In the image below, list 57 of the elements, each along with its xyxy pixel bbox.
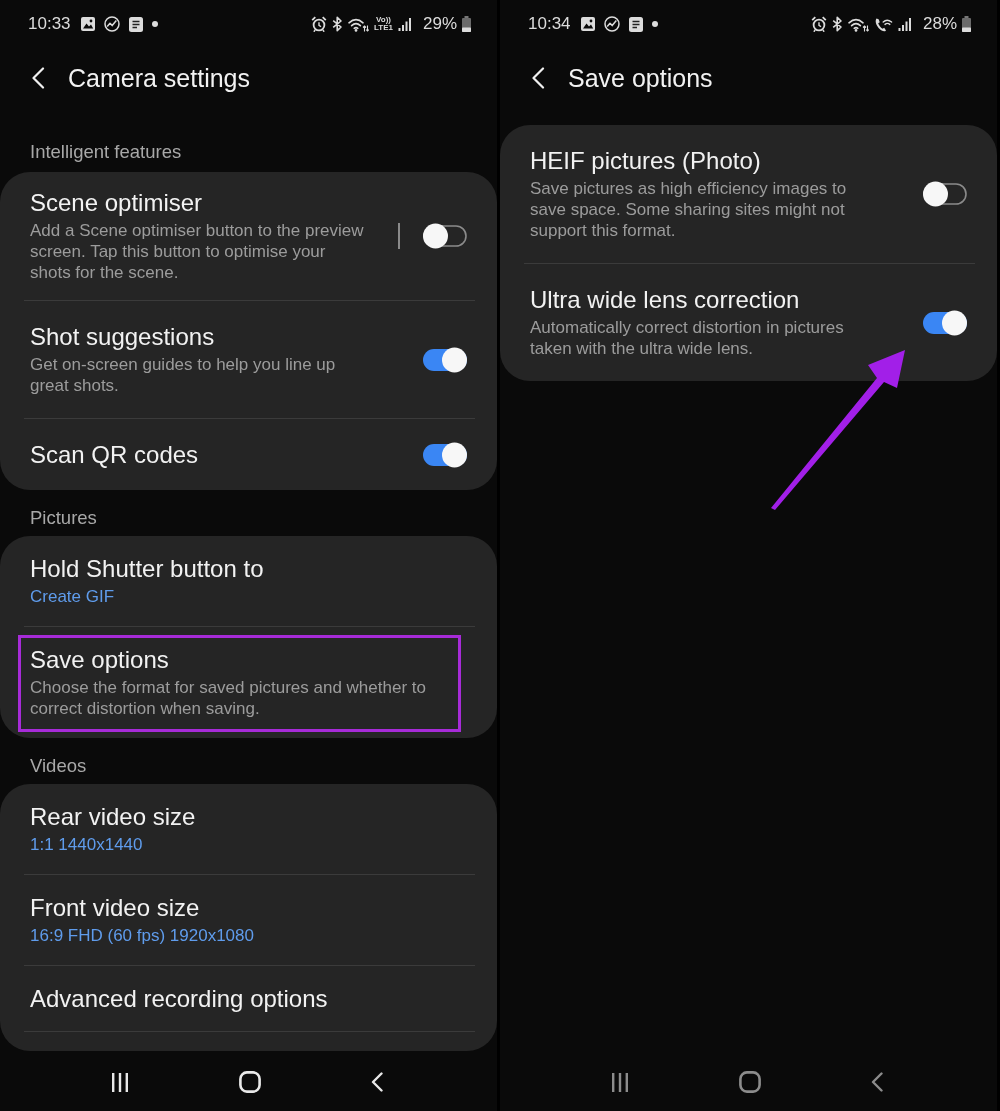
back-icon[interactable]	[871, 1072, 883, 1092]
status-time: 10:33	[28, 14, 71, 34]
setting-title: Scene optimiser	[30, 189, 203, 216]
setting-title: Scan QR codes	[30, 441, 199, 468]
bluetooth-icon	[332, 16, 343, 32]
setting-title: Front video size	[30, 894, 200, 921]
setting-title: Shot suggestions	[30, 323, 215, 350]
notification-dot-icon	[151, 21, 158, 27]
setting-title: Rear video size	[30, 803, 196, 830]
setting-title: Advanced recording options	[30, 985, 328, 1012]
battery-percent: 28%	[922, 14, 957, 34]
toggle-switch[interactable]	[423, 346, 467, 373]
phone-wifi-icon	[873, 16, 893, 32]
signal-bars-icon	[897, 17, 912, 31]
setting-description: Get on-screen guides to help you line up great shots.	[30, 354, 337, 396]
recent-apps-icon[interactable]	[111, 1072, 129, 1092]
section-heading: Pictures	[29, 506, 98, 530]
setting-description: Choose the format for saved pictures and whether to correct distortion when saving.	[30, 677, 427, 719]
signal-bars-icon	[397, 17, 412, 31]
bluetooth-icon	[831, 16, 843, 32]
note-icon	[128, 16, 143, 32]
setting-title: HEIF pictures (Photo)	[530, 147, 761, 174]
setting-value: Create GIF	[30, 586, 115, 607]
toggle-switch[interactable]	[423, 223, 467, 249]
recent-apps-icon[interactable]	[611, 1072, 629, 1092]
status-time: 10:34	[528, 14, 571, 34]
setting-description: Add a Scene optimiser button to the preview screen. Tap this button to optimise your shots for the scene.	[30, 220, 365, 283]
trend-circle-icon	[603, 16, 620, 32]
alarm-clock-icon	[810, 16, 827, 32]
wifi-icon	[348, 16, 369, 32]
setting-title: Hold Shutter button to	[30, 555, 264, 582]
wifi-icon	[847, 16, 869, 32]
picture-icon	[80, 17, 95, 31]
toggle-switch[interactable]	[423, 441, 467, 468]
battery-icon	[462, 16, 471, 32]
home-icon[interactable]	[739, 1071, 761, 1093]
setting-title: Ultra wide lens correction	[530, 286, 800, 313]
notification-dot-icon	[651, 21, 658, 27]
picture-icon	[580, 17, 595, 31]
setting-description: Save pictures as high efficiency images to save space. Some sharing sites might not support this format.	[530, 178, 848, 241]
setting-value: 16:9 FHD (60 fps) 1920x1080	[30, 925, 254, 946]
battery-icon	[962, 16, 971, 32]
toggle-switch[interactable]	[923, 181, 967, 207]
page-title: Save options	[568, 63, 713, 93]
setting-description: Automatically correct distortion in pictures taken with the ultra wide lens.	[530, 317, 845, 359]
trend-circle-icon	[103, 16, 120, 32]
section-heading: Videos	[29, 754, 88, 778]
section-heading: Intelligent features	[29, 140, 183, 164]
alarm-clock-icon	[311, 16, 327, 32]
page-title: Camera settings	[68, 63, 251, 93]
battery-percent: 29%	[422, 14, 457, 34]
network-label: LTE1	[374, 24, 393, 32]
setting-value: 1:1 1440x1440	[30, 834, 143, 855]
network-label: Vo))	[376, 16, 391, 24]
toggle-switch[interactable]	[923, 309, 967, 336]
setting-title: Save options	[30, 646, 169, 673]
note-icon	[628, 16, 643, 32]
